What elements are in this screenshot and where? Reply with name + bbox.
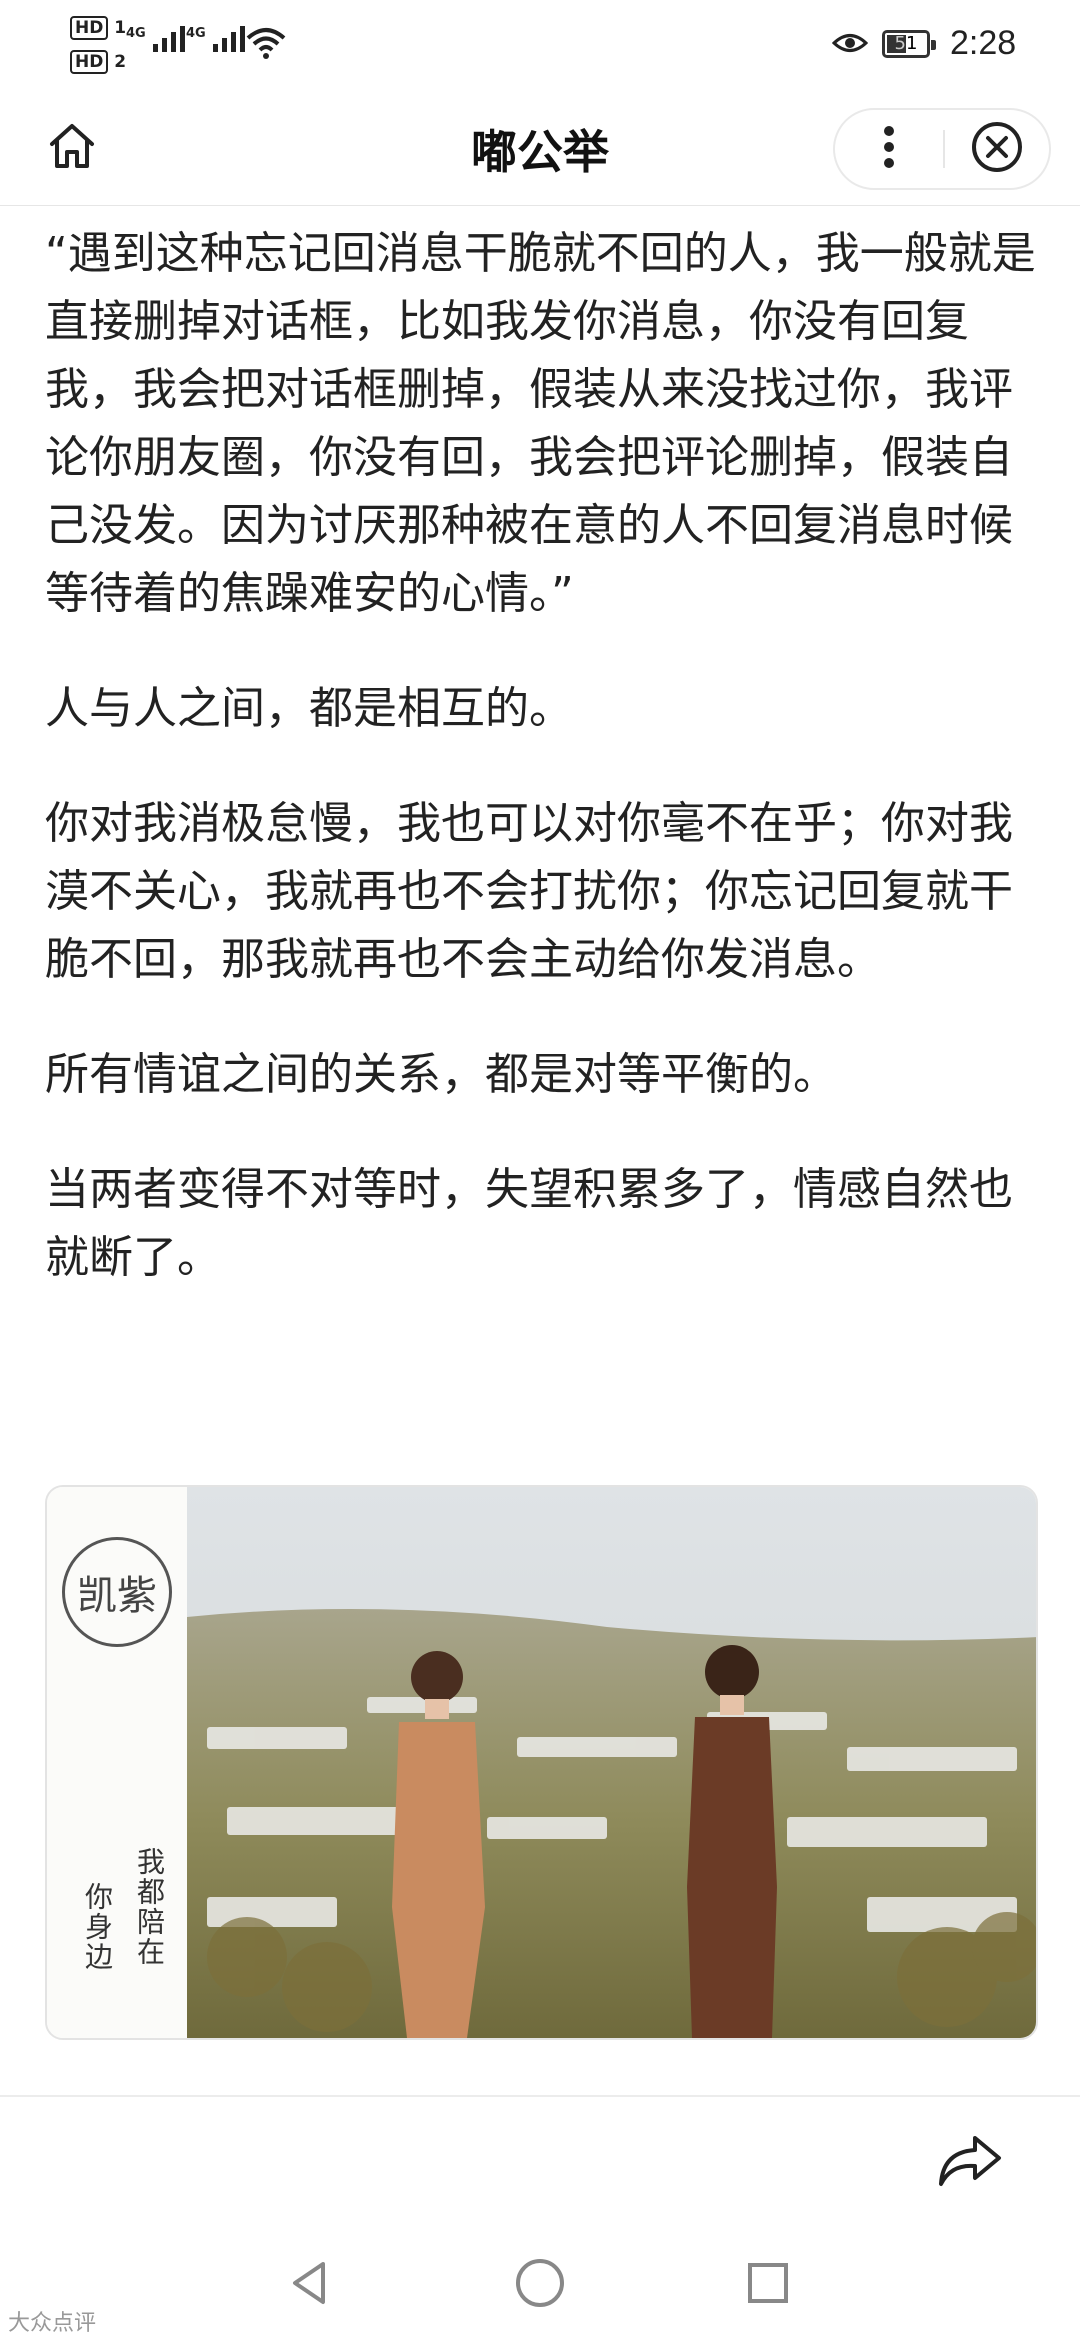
sim1-index: 1 [114, 18, 127, 38]
image-caption-line2: 你身边 [81, 1882, 114, 1972]
battery-icon: 51 [882, 30, 936, 58]
article-paragraph: 当两者变得不对等时，失望积累多了，情感自然也就断了。 [45, 1164, 1013, 1283]
bottom-divider [0, 2095, 1080, 2097]
article-image[interactable]: 凯紫 我都陪在 你身边 [45, 1485, 1038, 2040]
article-paragraph: 你对我消极怠慢，我也可以对你毫不在乎；你对我漠不关心，我就再也不会打扰你；你忘记… [45, 798, 1013, 985]
more-button[interactable] [835, 110, 943, 188]
image-side-panel: 凯紫 我都陪在 你身边 [47, 1487, 187, 2038]
sim1-indicator: HD 1 [70, 16, 126, 40]
article-paragraph: 所有情谊之间的关系，都是对等平衡的。 [45, 1049, 837, 1100]
image-caption-line1: 我都陪在 [133, 1847, 166, 1967]
brand-logo: 凯紫 [62, 1537, 172, 1647]
back-triangle-icon [285, 2258, 335, 2312]
brand-logo-text: 凯紫 [77, 1573, 157, 1619]
signal-2-icon: 4G [186, 26, 245, 52]
close-button[interactable] [945, 110, 1049, 188]
nav-recents-button[interactable] [733, 2250, 803, 2320]
more-vertical-icon [882, 125, 896, 173]
network-2-label: 4G [186, 26, 206, 41]
sim2-hd-badge: HD [70, 50, 109, 74]
article-paragraph: 人与人之间，都是相互的。 [45, 683, 573, 734]
page-header: 嘟公举 [0, 90, 1080, 206]
network-1-label: 4G [126, 26, 146, 41]
recents-square-icon [743, 2258, 793, 2312]
mini-program-capsule [833, 108, 1051, 190]
sim1-hd-badge: HD [70, 16, 109, 40]
nav-home-button[interactable] [505, 2250, 575, 2320]
share-icon [935, 2136, 1005, 2194]
article-body: “遇到这种忘记回消息干脆就不回的人，我一般就是直接删掉对话框，比如我发你消息，你… [45, 220, 1040, 1339]
home-circle-icon [513, 2256, 567, 2314]
photo-two-women-landscape [187, 1487, 1036, 2038]
close-circle-icon [970, 120, 1024, 178]
battery-level-text: 51 [894, 33, 918, 54]
article-paragraph: “遇到这种忘记回消息干脆就不回的人，我一般就是直接删掉对话框，比如我发你消息，你… [45, 228, 1036, 619]
share-button[interactable] [935, 2130, 1005, 2190]
sim2-index: 2 [114, 52, 127, 72]
system-nav-bar [0, 2230, 1080, 2340]
status-time: 2:28 [950, 24, 1017, 62]
wifi-icon [246, 26, 286, 64]
signal-1-icon: 4G [126, 26, 185, 52]
sim2-indicator: HD 2 [70, 50, 126, 74]
eye-comfort-icon [831, 30, 869, 60]
status-bar: HD 1 HD 2 4G 4G 51 2:28 [0, 0, 1080, 90]
nav-back-button[interactable] [275, 2250, 345, 2320]
watermark: 大众点评 [8, 2311, 97, 2336]
